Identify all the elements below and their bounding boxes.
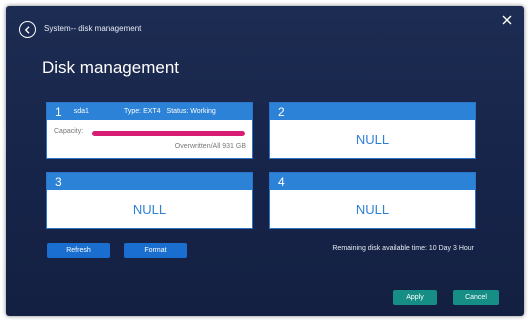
breadcrumb: System-- disk management [44, 24, 142, 33]
disk-null-label: NULL [132, 201, 167, 217]
capacity-row: Capacity: Overwritten/All 931 GB [47, 120, 252, 158]
page-title: Disk management [42, 58, 180, 77]
disk-slot-header: 4 [270, 173, 475, 190]
disk-status: Status: Working [166, 108, 216, 115]
close-button[interactable] [502, 15, 512, 25]
disk-slot-header: 3 [47, 173, 252, 190]
disk-info: Type: EXT4 Status: Working [124, 108, 216, 115]
disk-slot-4[interactable]: 4 NULL [269, 172, 476, 229]
disk-slot-3[interactable]: 3 NULL [46, 172, 253, 229]
format-button[interactable]: Format [124, 243, 187, 258]
disk-slot-header: 2 [270, 103, 475, 120]
capacity-bar-fill [92, 131, 245, 136]
disk-null-label: NULL [355, 201, 390, 217]
disk-null-label: NULL [355, 131, 390, 147]
disk-device: sda1 [73, 108, 89, 115]
disk-slot-2[interactable]: 2 NULL [269, 102, 476, 159]
capacity-bar [92, 131, 245, 136]
disk-number: 4 [278, 174, 285, 189]
disk-number: 1 [55, 104, 62, 119]
disk-management-window: System-- disk management Disk management… [6, 6, 524, 316]
disk-type: Type: EXT4 [124, 108, 161, 115]
chevron-left-icon [24, 25, 30, 34]
capacity-label: Capacity: [54, 128, 84, 135]
disk-number: 3 [55, 174, 62, 189]
disk-slot-header: 1 sda1 Type: EXT4 Status: Working [47, 103, 252, 120]
refresh-button[interactable]: Refresh [47, 243, 110, 258]
back-button[interactable] [19, 21, 36, 38]
capacity-size: Overwritten/All 931 GB [174, 143, 246, 150]
apply-button[interactable]: Apply [393, 290, 437, 305]
disk-slot-1[interactable]: 1 sda1 Type: EXT4 Status: Working Capaci… [46, 102, 253, 159]
remaining-time: Remaining disk available time: 10 Day 3 … [332, 245, 474, 252]
close-icon [502, 15, 512, 25]
cancel-button[interactable]: Cancel [453, 290, 499, 305]
disk-number: 2 [278, 104, 285, 119]
